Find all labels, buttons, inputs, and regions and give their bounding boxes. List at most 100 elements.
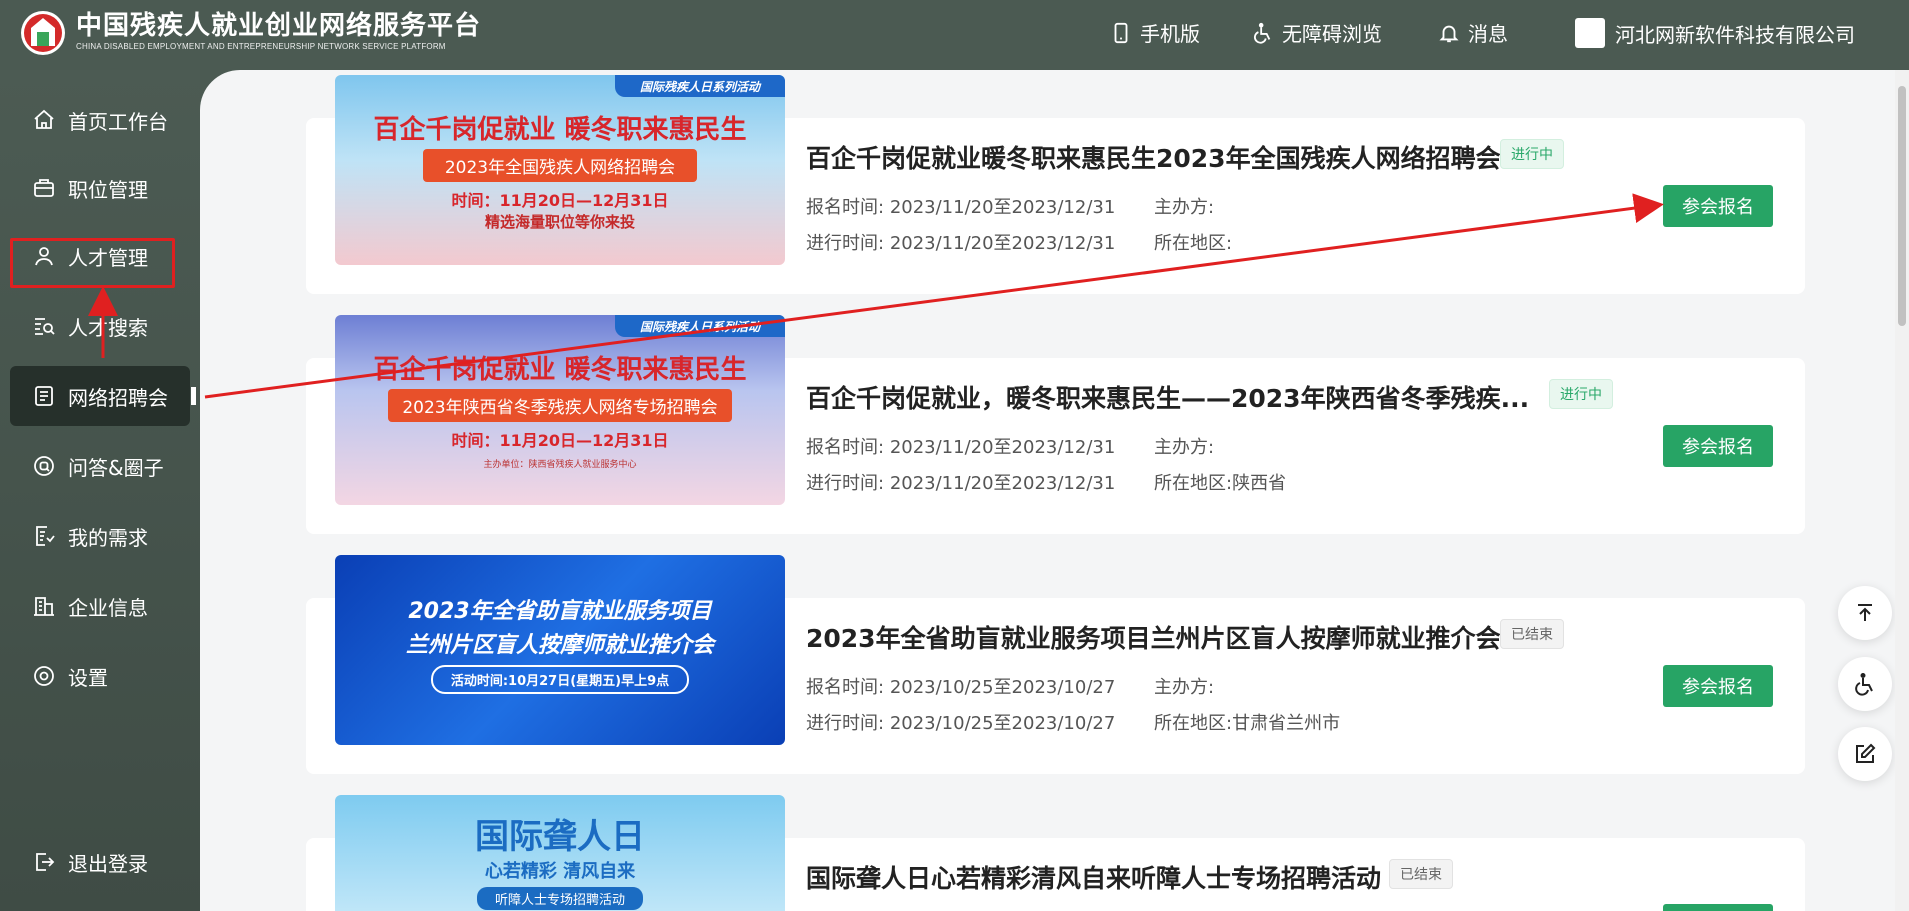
status-badge: 已结束 <box>1389 859 1453 889</box>
sidebar-item-label: 问答&圈子 <box>68 455 164 480</box>
reg-label: 报名时间: <box>806 677 885 698</box>
banner-organizer: 主办单位：陕西省残疾人就业服务中心 <box>483 460 637 470</box>
banner-time: 活动时间:10月27日(星期五)早上9点 <box>430 665 690 694</box>
join-fair-button[interactable]: 参会报名 <box>1663 185 1773 227</box>
fair-title[interactable]: 国际聋人日心若精彩清风自来听障人士专场招聘活动 <box>806 859 1381 895</box>
region: 所在地区:陕西省 <box>1154 469 1286 495</box>
building-icon <box>34 597 54 616</box>
region: 所在地区:甘肃省兰州市 <box>1154 709 1340 735</box>
host-label: 主办方: <box>1154 677 1215 698</box>
banner-subtitle: 2023年全国残疾人网络招聘会 <box>422 149 698 182</box>
back-to-top-button[interactable] <box>1838 586 1892 640</box>
feedback-button[interactable] <box>1838 727 1892 781</box>
annotation-highlight-box <box>10 238 175 288</box>
sidebar-item-company-info[interactable]: 企业信息 <box>10 576 190 636</box>
banner-time-box: 活动时间:10月27日(星期五)早上9点 <box>335 665 785 694</box>
status-badge: 进行中 <box>1549 379 1613 409</box>
fair-banner-image[interactable]: 国际残疾人日系列活动 百企千岗促就业 暖冬职来惠民生 2023年陕西省冬季残疾人… <box>335 315 785 505</box>
sidebar-item-my-needs[interactable]: 我的需求 <box>10 506 190 566</box>
host: 主办方: <box>1154 193 1214 219</box>
region-label: 所在地区: <box>1154 713 1233 734</box>
banner-subtitle: 2023年陕西省冬季残疾人网络专场招聘会 <box>388 389 732 422</box>
sidebar-item-home[interactable]: 首页工作台 <box>10 90 190 150</box>
reg-label: 报名时间: <box>806 197 885 218</box>
company-name: 河北网新软件科技有限公司 <box>1615 22 1855 47</box>
run-label: 进行时间: <box>806 233 885 254</box>
region-label: 所在地区: <box>1154 473 1233 494</box>
mobile-version-link[interactable]: 手机版 <box>1110 18 1200 47</box>
reg-value: 2023/11/20至2023/12/31 <box>889 197 1116 218</box>
settings-icon <box>34 666 54 686</box>
registration-time: 报名时间: 2023/11/20至2023/12/31 <box>806 433 1115 459</box>
run-label: 进行时间: <box>806 473 885 494</box>
region-label: 所在地区: <box>1154 233 1233 254</box>
sidebar-item-settings[interactable]: 设置 <box>10 646 190 706</box>
host-label: 主办方: <box>1154 197 1215 218</box>
bell-icon <box>1439 25 1459 42</box>
banner-tag: 听障人士专场招聘活动 <box>476 887 643 910</box>
fair-banner-image[interactable]: 国际残疾人日系列活动 百企千岗促就业 暖冬职来惠民生 2023年全国残疾人网络招… <box>335 75 785 265</box>
running-time: 进行时间: 2023/10/25至2023/10/27 <box>806 709 1115 735</box>
logout-button[interactable]: 退出登录 <box>10 832 190 892</box>
reg-label: 报名时间: <box>806 437 885 458</box>
reg-value: 2023/10/25至2023/10/27 <box>889 677 1116 698</box>
vertical-scrollbar[interactable] <box>1895 70 1909 911</box>
messages-link[interactable]: 消息 <box>1438 18 1508 47</box>
join-fair-button[interactable]: 参会报名 <box>1663 665 1773 707</box>
fair-banner-image[interactable]: 国际聋人日 心若精彩 清风自来 听障人士专场招聘活动 <box>335 795 785 911</box>
sidebar-item-talent-search[interactable]: 人才搜索 <box>10 296 190 356</box>
host: 主办方: <box>1154 673 1214 699</box>
join-fair-button[interactable]: 参会报名 <box>1663 425 1773 467</box>
sidebar-item-label: 网络招聘会 <box>68 385 168 410</box>
fair-title[interactable]: 百企千岗促就业暖冬职来惠民生2023年全国残疾人网络招聘会 <box>806 139 1501 175</box>
banner-slogan: 精选海量职位等你来投 <box>484 213 635 231</box>
arrow-up-icon <box>1858 604 1872 621</box>
banner-time: 时间：11月20日—12月31日 <box>451 431 669 450</box>
logout-icon <box>36 853 55 871</box>
sidebar-item-label: 人才搜索 <box>68 315 148 340</box>
banner-headline: 国际聋人日 <box>475 817 645 857</box>
reg-value: 2023/11/20至2023/12/31 <box>889 437 1116 458</box>
host: 主办方: <box>1154 433 1214 459</box>
sidebar-item-online-fair[interactable]: 网络招聘会 <box>10 366 196 426</box>
join-fair-button-partial[interactable] <box>1663 904 1773 911</box>
fair-title[interactable]: 2023年全省助盲就业服务项目兰州片区盲人按摩师就业推介会 <box>806 619 1501 655</box>
scrollbar-thumb[interactable] <box>1898 86 1906 326</box>
active-indicator <box>191 387 196 405</box>
banner-subtitle-box: 2023年全国残疾人网络招聘会 <box>335 149 785 182</box>
sidebar-item-label: 职位管理 <box>68 177 148 202</box>
phone-icon <box>1114 22 1128 43</box>
company-account[interactable]: 河北网新软件科技有限公司 <box>1575 18 1855 48</box>
banner-subtitle-box: 2023年陕西省冬季残疾人网络专场招聘会 <box>335 389 785 422</box>
registration-time: 报名时间: 2023/10/25至2023/10/27 <box>806 673 1115 699</box>
host-label: 主办方: <box>1154 437 1215 458</box>
run-label: 进行时间: <box>806 713 885 734</box>
running-time: 进行时间: 2023/11/20至2023/12/31 <box>806 229 1115 255</box>
run-value: 2023/11/20至2023/12/31 <box>889 233 1116 254</box>
briefcase-icon <box>34 179 54 197</box>
run-value: 2023/11/20至2023/12/31 <box>889 473 1116 494</box>
search-list-icon <box>35 318 55 335</box>
banner-headline-2: 兰州片区盲人按摩师就业推介会 <box>405 633 714 658</box>
accessible-browse-link[interactable]: 无障碍浏览 <box>1252 18 1382 47</box>
fair-banner-image[interactable]: 2023年全省助盲就业服务项目 兰州片区盲人按摩师就业推介会 活动时间:10月2… <box>335 555 785 745</box>
sidebar: 首页工作台 职位管理 人才管理 人才搜索 网络招聘会 问答&圈子 我的需求 企业… <box>0 70 200 911</box>
qa-icon <box>34 456 54 476</box>
status-badge: 进行中 <box>1500 139 1564 169</box>
brand-subtitle: CHINA DISABLED EMPLOYMENT AND ENTREPRENE… <box>76 42 446 51</box>
sidebar-item-label: 设置 <box>68 665 108 690</box>
run-value: 2023/10/25至2023/10/27 <box>889 713 1116 734</box>
brand-title: 中国残疾人就业创业网络服务平台 <box>76 11 482 41</box>
wheelchair-icon <box>1254 22 1271 44</box>
region: 所在地区: <box>1154 229 1232 255</box>
platform-logo[interactable] <box>20 8 66 58</box>
sidebar-item-qa[interactable]: 问答&圈子 <box>10 436 190 496</box>
banner-tag-box: 听障人士专场招聘活动 <box>335 887 785 910</box>
banner-subtitle: 心若精彩 清风自来 <box>484 861 636 882</box>
messages-label: 消息 <box>1468 22 1508 46</box>
banner-headline: 2023年全省助盲就业服务项目 <box>408 599 712 624</box>
sidebar-item-jobs[interactable]: 职位管理 <box>10 158 190 218</box>
accessibility-button[interactable] <box>1838 657 1892 711</box>
fair-title[interactable]: 百企千岗促就业，暖冬职来惠民生——2023年陕西省冬季残疾... <box>806 379 1529 415</box>
banner-ribbon: 国际残疾人日系列活动 <box>615 315 785 337</box>
